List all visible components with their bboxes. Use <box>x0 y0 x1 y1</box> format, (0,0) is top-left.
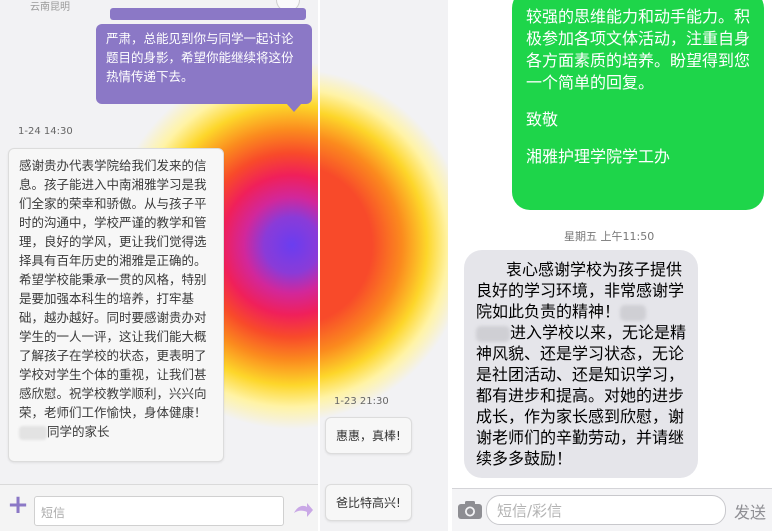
redacted-emoji <box>620 304 647 321</box>
redacted-name <box>476 325 510 342</box>
middle-chat-screen: 1-23 21:30 惠惠，真棒! 爸比特高兴! <box>320 0 448 531</box>
timestamp: 星期五 上午11:50 <box>564 230 655 243</box>
received-message-text: 感谢贵办代表学院给我们发来的信息。孩子能进入中南湘雅学习是我们全家的荣幸和骄傲。… <box>19 158 207 420</box>
received-message-bubble: 爸比特高兴! <box>325 484 412 521</box>
plus-icon[interactable]: + <box>6 492 30 518</box>
message-input[interactable]: 短信/彩信 <box>486 495 726 525</box>
timestamp: 1-23 21:30 <box>334 396 389 407</box>
message-sender: 湘雅护理学院学工办 <box>526 147 671 166</box>
message-closing: 致敬 <box>526 110 559 129</box>
signature-text: 同学的家长 <box>47 424 110 439</box>
compose-bar: + 短信 <box>0 484 318 531</box>
sent-message-bubble: 严肃，总能见到你与同学一起讨论题目的身影，希望你能继续将这份热情传递下去。 <box>96 24 312 112</box>
sent-message-bubble: 较强的思维能力和动手能力。积极参加各项文体活动，注重自身各方面素质的培养。盼望得… <box>512 0 764 210</box>
camera-icon[interactable] <box>456 499 484 521</box>
send-button[interactable]: 发送 <box>734 499 766 523</box>
message-input[interactable]: 短信 <box>34 496 284 526</box>
compose-bar: 短信/彩信 发送 <box>452 488 772 531</box>
received-message-bubble: 衷心感谢学校为孩子提供良好的学习环境，非常感谢学院如此负责的精神！ 进入学校以来… <box>464 250 698 478</box>
message-text-part1: 衷心感谢学校为孩子提供良好的学习环境，非常感谢学院如此负责的精神！ <box>476 260 685 321</box>
message-body: 较强的思维能力和动手能力。积极参加各项文体活动，注重自身各方面素质的培养。盼望得… <box>526 7 751 92</box>
location-label: 云南昆明 <box>30 2 70 13</box>
received-message-bubble: 感谢贵办代表学院给我们发来的信息。孩子能进入中南湘雅学习是我们全家的荣幸和骄傲。… <box>8 148 224 462</box>
redacted-text <box>110 8 306 20</box>
received-message-bubble: 惠惠，真棒! <box>325 417 412 454</box>
timestamp: 1-24 14:30 <box>18 126 73 137</box>
left-chat-screen: 云南昆明 严肃，总能见到你与同学一起讨论题目的身影，希望你能继续将这份热情传递下… <box>0 0 318 531</box>
redacted-name <box>19 425 47 440</box>
right-chat-screen: 较强的思维能力和动手能力。积极参加各项文体活动，注重自身各方面素质的培养。盼望得… <box>452 0 772 531</box>
sent-message-text: 严肃，总能见到你与同学一起讨论题目的身影，希望你能继续将这份热情传递下去。 <box>106 31 294 84</box>
message-text-part2: 进入学校以来，无论是精神风貌、还是学习状态，无论是社团活动、还是知识学习，都有进… <box>476 323 687 468</box>
send-arrow-icon[interactable] <box>292 499 314 521</box>
message-signature: 同学的家长 <box>19 422 215 441</box>
